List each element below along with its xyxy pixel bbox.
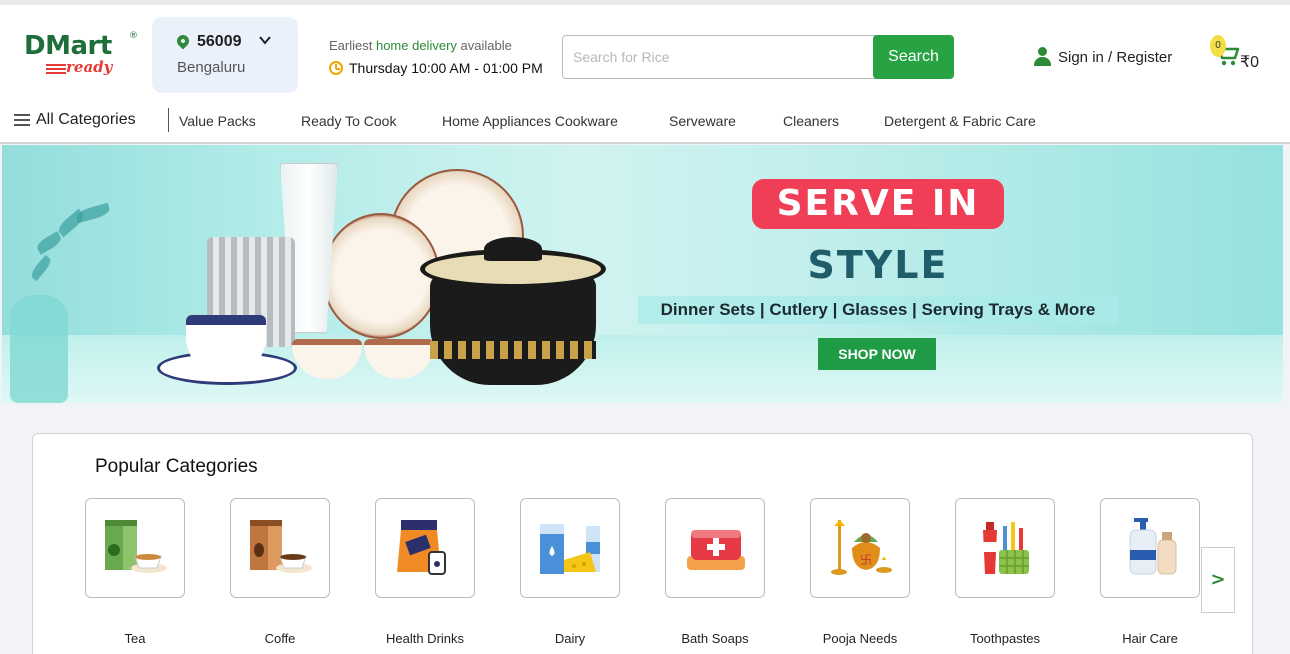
nav-item-value-packs[interactable]: Value Packs <box>179 113 256 129</box>
nav-item-ready-to-cook[interactable]: Ready To Cook <box>301 113 396 129</box>
location-pin-icon <box>174 32 192 51</box>
logo-subtext: ready <box>66 58 113 76</box>
signin-label: Sign in / Register <box>1058 48 1173 66</box>
category-nav: All Categories Value Packs Ready To Cook… <box>0 98 1290 144</box>
logo-text: DMart <box>24 31 112 61</box>
popular-categories-panel: Popular Categories Tea Coffe Health Drin… <box>32 433 1253 654</box>
shop-now-button[interactable]: SHOP NOW <box>818 338 936 370</box>
category-label: Dairy <box>554 631 586 646</box>
category-label: Health Drinks <box>385 631 465 646</box>
delivery-prefix: Earliest <box>329 38 376 53</box>
cart-button[interactable]: 0 ₹0 <box>1208 33 1268 77</box>
category-tile-tea[interactable]: Tea <box>85 498 185 646</box>
casserole-image <box>430 273 596 385</box>
category-tile-health-drinks[interactable]: Health Drinks <box>375 498 475 646</box>
popular-categories-title: Popular Categories <box>95 456 258 477</box>
delivery-slot: Thursday 10:00 AM - 01:00 PM <box>329 60 543 76</box>
nav-item-detergent[interactable]: Detergent & Fabric Care <box>884 113 1036 129</box>
category-label: Pooja Needs <box>822 631 898 646</box>
category-label: Bath Soaps <box>681 631 749 646</box>
banner-subheadline: STYLE <box>807 243 949 287</box>
hair-care-icon <box>1100 498 1200 598</box>
all-categories-menu[interactable]: All Categories <box>14 111 136 129</box>
delivery-info: Earliest home delivery available <box>329 38 512 53</box>
category-tile-dairy[interactable]: Dairy <box>520 498 620 646</box>
search-button[interactable]: Search <box>873 35 954 79</box>
location-selector[interactable]: 56009 Bengaluru <box>152 17 298 93</box>
category-tile-pooja-needs[interactable]: 卐 Pooja Needs <box>810 498 910 646</box>
promo-banner[interactable] <box>2 145 1283 403</box>
cart-total: ₹0 <box>1240 54 1260 71</box>
banner-tagline: Dinner Sets | Cutlery | Glasses | Servin… <box>660 300 1096 319</box>
svg-text:卐: 卐 <box>860 553 872 567</box>
category-tile-bath-soaps[interactable]: Bath Soaps <box>665 498 765 646</box>
delivery-highlight: home delivery <box>375 38 457 53</box>
nav-item-cleaners[interactable]: Cleaners <box>783 113 839 129</box>
toothpaste-icon <box>955 498 1055 598</box>
logo-speed-lines <box>46 64 66 74</box>
nav-item-serveware[interactable]: Serveware <box>669 113 736 129</box>
health-drink-icon <box>375 498 475 598</box>
signin-register-link[interactable]: Sign in / Register <box>1034 45 1172 69</box>
delivery-suffix: available <box>456 38 512 53</box>
all-categories-label: All Categories <box>36 111 136 128</box>
casserole-knob-image <box>484 237 542 261</box>
search-input[interactable] <box>562 35 876 79</box>
category-label: Hair Care <box>1122 631 1178 646</box>
dmart-ready-logo[interactable]: DMart ® ready <box>24 29 142 83</box>
category-tile-hair-care[interactable]: Hair Care <box>1100 498 1200 646</box>
category-label: Tea <box>124 631 146 646</box>
category-label: Coffe <box>264 631 296 646</box>
soap-icon <box>665 498 765 598</box>
category-tile-toothpastes[interactable]: Toothpastes <box>955 498 1055 646</box>
nav-item-home-appliances[interactable]: Home Appliances Cookware <box>442 113 618 129</box>
banner-headline: SERVE IN <box>752 179 1004 229</box>
search-bar: Search <box>562 35 954 79</box>
pooja-icon: 卐 <box>810 498 910 598</box>
vase-image <box>10 295 68 403</box>
pincode: 56009 <box>197 33 242 50</box>
city-name: Bengaluru <box>177 59 246 76</box>
menu-list-icon <box>14 113 30 127</box>
header: DMart ® ready 56009 Bengaluru Earliest h… <box>0 0 1290 103</box>
cart-count-badge: 0 <box>1210 35 1226 57</box>
category-tile-coffee[interactable]: Coffe <box>230 498 330 646</box>
category-label: Toothpastes <box>969 631 1041 646</box>
nav-divider <box>168 108 169 132</box>
chevron-down-icon <box>259 36 271 45</box>
user-icon <box>1034 47 1051 67</box>
tea-icon <box>85 498 185 598</box>
dairy-icon <box>520 498 620 598</box>
plate-image <box>322 213 440 339</box>
coffee-icon <box>230 498 330 598</box>
delivery-slot-text: Thursday 10:00 AM - 01:00 PM <box>349 60 543 76</box>
next-arrow-button[interactable]: > <box>1201 547 1235 613</box>
clock-icon <box>329 61 343 75</box>
registered-mark: ® <box>129 31 138 41</box>
